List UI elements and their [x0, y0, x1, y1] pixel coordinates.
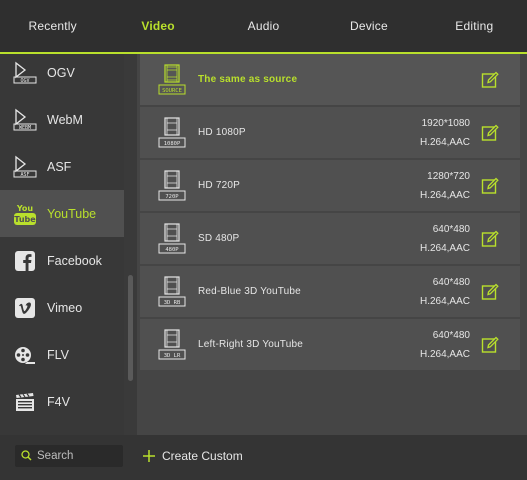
tab-recently[interactable]: Recently	[0, 0, 105, 52]
asf-file-icon: ASF	[12, 154, 38, 180]
svg-text:Tube: Tube	[14, 215, 36, 224]
preset-name: Red-Blue 3D YouTube	[198, 286, 301, 297]
preset-name: The same as source	[198, 74, 298, 85]
3d-lr-video-icon: 3D LR	[158, 329, 186, 360]
preset-row-3d-lr[interactable]: 3D LR Left-Right 3D YouTube 640*480 H.26…	[140, 319, 520, 370]
preset-row-3d-rb[interactable]: 3D RB Red-Blue 3D YouTube 640*480 H.264,…	[140, 266, 520, 317]
sidebar-item-f4v[interactable]: F4V	[0, 378, 124, 425]
ogv-file-icon: OGV	[12, 60, 38, 86]
vimeo-icon	[12, 295, 38, 321]
svg-text:ASF: ASF	[20, 172, 29, 178]
tab-audio[interactable]: Audio	[211, 0, 316, 52]
preset-row-480p[interactable]: 480P SD 480P 640*480 H.264,AAC	[140, 213, 520, 264]
source-video-icon: SOURCE	[158, 64, 186, 95]
preset-resolution: 1920*1080	[421, 118, 470, 129]
sidebar-item-label: Facebook	[47, 253, 102, 268]
svg-text:SOURCE: SOURCE	[162, 88, 182, 94]
preset-resolution: 1280*720	[427, 171, 470, 182]
search-icon	[21, 450, 32, 461]
create-custom-label: Create Custom	[162, 449, 243, 463]
svg-text:3D RB: 3D RB	[164, 300, 181, 306]
3d-rb-video-icon: 3D RB	[158, 276, 186, 307]
preset-row-720p[interactable]: 720P HD 720P 1280*720 H.264,AAC	[140, 160, 520, 211]
svg-text:1080P: 1080P	[164, 141, 181, 147]
sidebar-item-label: OGV	[47, 65, 75, 80]
edit-icon[interactable]	[481, 283, 499, 301]
f4v-clapper-icon	[12, 389, 38, 415]
svg-text:3D LR: 3D LR	[164, 353, 181, 359]
webm-file-icon: WEBM	[12, 107, 38, 133]
tab-editing[interactable]: Editing	[422, 0, 527, 52]
edit-icon[interactable]	[481, 124, 499, 142]
preset-name: HD 1080P	[198, 127, 246, 138]
preset-row-source[interactable]: SOURCE The same as source	[140, 54, 520, 105]
preset-name: HD 720P	[198, 180, 240, 191]
svg-text:WEBM: WEBM	[19, 125, 31, 131]
svg-text:OGV: OGV	[20, 78, 29, 84]
sidebar-item-facebook[interactable]: Facebook	[0, 237, 124, 284]
search-box[interactable]	[15, 445, 123, 467]
edit-icon[interactable]	[481, 336, 499, 354]
sidebar-item-vimeo[interactable]: Vimeo	[0, 284, 124, 331]
sidebar-item-youtube[interactable]: You Tube YouTube	[0, 190, 124, 237]
preset-codec: H.264,AAC	[419, 137, 470, 148]
sidebar-item-label: WebM	[47, 112, 83, 127]
preset-codec: H.264,AAC	[419, 349, 470, 360]
preset-resolution: 640*480	[432, 277, 470, 288]
format-tabs: Recently Video Audio Device Editing	[0, 0, 527, 54]
svg-text:You: You	[16, 204, 34, 213]
facebook-icon	[12, 248, 38, 274]
preset-resolution: 640*480	[432, 330, 470, 341]
preset-codec: H.264,AAC	[419, 296, 470, 307]
preset-codec: H.264,AAC	[419, 190, 470, 201]
tab-video[interactable]: Video	[105, 0, 210, 52]
sidebar-item-flv[interactable]: FLV	[0, 331, 124, 378]
sidebar-item-label: FLV	[47, 347, 69, 362]
flv-reel-icon	[12, 342, 38, 368]
sidebar-item-webm[interactable]: WEBM WebM	[0, 96, 124, 143]
format-sidebar: OGV OGV WEBM WebM ASF ASF You Tube YouTub…	[0, 54, 137, 435]
sidebar-item-label: ASF	[47, 159, 72, 174]
sidebar-item-label: Vimeo	[47, 300, 83, 315]
svg-text:720P: 720P	[165, 194, 179, 200]
search-input[interactable]	[37, 448, 119, 464]
preset-name: Left-Right 3D YouTube	[198, 339, 304, 350]
edit-icon[interactable]	[481, 177, 499, 195]
svg-text:480P: 480P	[165, 247, 179, 253]
sidebar-item-asf[interactable]: ASF ASF	[0, 143, 124, 190]
plus-icon	[143, 450, 155, 462]
sd480-video-icon: 480P	[158, 223, 186, 254]
preset-list: SOURCE The same as source 1080P HD 1080P…	[137, 54, 527, 435]
bottom-bar: Create Custom	[0, 435, 527, 480]
create-custom-button[interactable]: Create Custom	[142, 445, 243, 467]
sidebar-item-ogv[interactable]: OGV OGV	[0, 54, 124, 96]
preset-name: SD 480P	[198, 233, 240, 244]
sidebar-item-label: F4V	[47, 394, 70, 409]
preset-row-1080p[interactable]: 1080P HD 1080P 1920*1080 H.264,AAC	[140, 107, 520, 158]
edit-icon[interactable]	[481, 71, 499, 89]
hd1080-video-icon: 1080P	[158, 117, 186, 148]
preset-resolution: 640*480	[432, 224, 470, 235]
sidebar-item-label: YouTube	[47, 206, 97, 221]
edit-icon[interactable]	[481, 230, 499, 248]
tab-device[interactable]: Device	[316, 0, 421, 52]
hd720-video-icon: 720P	[158, 170, 186, 201]
youtube-icon: You Tube	[12, 201, 38, 227]
sidebar-scrollbar[interactable]	[128, 275, 133, 381]
preset-codec: H.264,AAC	[419, 243, 470, 254]
